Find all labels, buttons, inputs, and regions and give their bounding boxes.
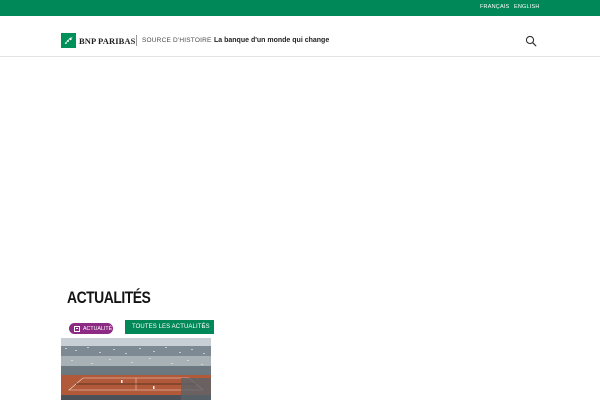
all-news-label: TOUTES LES ACTUALITÉS: [132, 323, 210, 330]
language-french-link[interactable]: FRANÇAIS: [480, 4, 509, 10]
brand-name[interactable]: BNP PARIBAS: [79, 36, 135, 46]
logo-stars-icon: [64, 36, 73, 45]
all-news-button[interactable]: TOUTES LES ACTUALITÉS →: [125, 320, 214, 334]
newspaper-icon: [74, 325, 80, 332]
tennis-stadium-photo: [61, 338, 211, 400]
site-header: BNP PARIBAS SOURCE D'HISTOIRE La banque …: [0, 16, 600, 57]
bnp-paribas-logo[interactable]: [61, 33, 76, 48]
news-article-image[interactable]: [61, 338, 211, 400]
news-category-badge[interactable]: ACTUALITÉ: [69, 323, 113, 334]
arrow-right-icon: →: [200, 323, 207, 330]
language-english-link[interactable]: ENGLISH: [514, 4, 540, 10]
search-icon[interactable]: [525, 35, 537, 47]
top-bar: FRANÇAIS ENGLISH: [0, 0, 600, 16]
header-divider: [136, 35, 137, 46]
news-section-title: ACTUALITÉS: [67, 288, 151, 307]
badge-label: ACTUALITÉ: [83, 326, 113, 332]
brand-tagline: La banque d'un monde qui change: [214, 37, 330, 44]
site-subtitle[interactable]: SOURCE D'HISTOIRE: [142, 37, 212, 44]
